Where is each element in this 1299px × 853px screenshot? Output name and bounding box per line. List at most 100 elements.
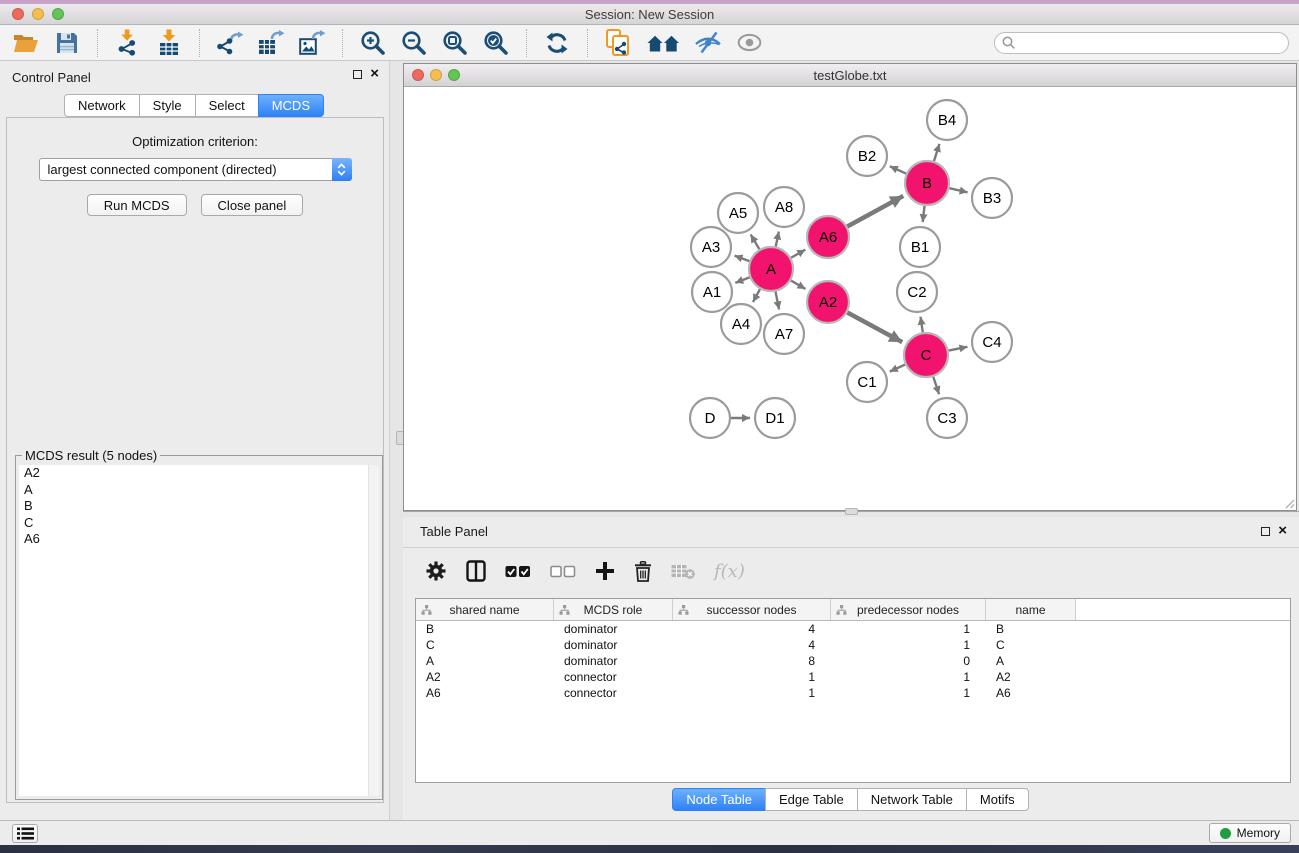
result-item[interactable]: C: [19, 515, 379, 532]
cell: connector: [554, 686, 673, 700]
edge-B-B4[interactable]: [934, 144, 939, 161]
tab-network-table[interactable]: Network Table: [857, 788, 967, 811]
graph-node-label: C2: [907, 284, 926, 301]
tab-edge-table[interactable]: Edge Table: [765, 788, 858, 811]
export-network-icon[interactable]: [214, 28, 246, 58]
graph-node-label: B3: [983, 190, 1001, 207]
network-graph[interactable]: AA6A2BCA5A8A3A1A4A7B2B4B3B1C2C4C1C3DD1: [404, 87, 1296, 510]
table-panel: Table Panel ×: [403, 517, 1299, 820]
table-row[interactable]: Cdominator41C: [416, 637, 1290, 653]
columns-icon[interactable]: [466, 560, 486, 582]
refresh-icon[interactable]: [541, 28, 573, 58]
cell: dominator: [554, 638, 673, 652]
network-window-title: testGlobe.txt: [404, 68, 1296, 83]
column-header-MCDS-role[interactable]: MCDS role: [554, 599, 673, 620]
search-input[interactable]: [994, 32, 1289, 54]
column-header-name[interactable]: name: [986, 599, 1076, 620]
graph-node-label: C3: [937, 410, 956, 427]
result-item[interactable]: B: [19, 498, 379, 515]
tab-motifs[interactable]: Motifs: [966, 788, 1029, 811]
resize-grip-icon[interactable]: [1284, 498, 1295, 509]
edge-A6-B[interactable]: [847, 196, 903, 227]
new-network-from-selection-icon[interactable]: [602, 28, 634, 58]
graph-node-label: B: [922, 175, 932, 192]
add-icon[interactable]: [595, 561, 615, 581]
mcds-result-box: MCDS result (5 nodes) A2ABCA6: [15, 455, 383, 800]
zoom-selected-icon[interactable]: [480, 28, 512, 58]
edge-A2-C[interactable]: [847, 312, 902, 342]
edge-A-A5[interactable]: [751, 235, 760, 250]
control-panel-tabs: NetworkStyleSelectMCDS: [0, 94, 389, 117]
edge-A-A4[interactable]: [753, 289, 760, 302]
graph-node-label: A2: [819, 294, 837, 311]
delete-icon[interactable]: [634, 561, 652, 582]
edge-B-B1[interactable]: [923, 206, 925, 222]
graph-node-label: C1: [857, 374, 876, 391]
tab-mcds[interactable]: MCDS: [258, 94, 324, 117]
network-canvas[interactable]: AA6A2BCA5A8A3A1A4A7B2B4B3B1C2C4C1C3DD1: [404, 87, 1296, 510]
edge-A-A7[interactable]: [776, 292, 780, 310]
table-row[interactable]: Bdominator41B: [416, 621, 1290, 637]
save-session-icon[interactable]: [51, 28, 83, 58]
hide-graphics-details-icon[interactable]: [692, 28, 724, 58]
tab-select[interactable]: Select: [195, 94, 259, 117]
column-header-successor-nodes[interactable]: successor nodes: [673, 599, 831, 620]
node-table: shared nameMCDS rolesuccessor nodesprede…: [415, 598, 1291, 783]
graph-node-label: B1: [911, 239, 929, 256]
tab-node-table[interactable]: Node Table: [672, 788, 766, 811]
close-icon[interactable]: ×: [370, 68, 379, 80]
edge-A-A3[interactable]: [734, 256, 749, 261]
task-history-button[interactable]: [12, 824, 38, 843]
table-row[interactable]: Adominator80A: [416, 653, 1290, 669]
close-icon[interactable]: ×: [1278, 525, 1287, 537]
mcds-result-list[interactable]: A2ABCA6: [19, 465, 379, 796]
export-image-icon[interactable]: [296, 28, 328, 58]
import-table-icon[interactable]: [153, 28, 185, 58]
tab-network[interactable]: Network: [64, 94, 140, 117]
show-graphics-details-icon: [733, 28, 765, 58]
edge-A-A2[interactable]: [791, 281, 806, 289]
result-item[interactable]: A6: [19, 531, 379, 548]
split-pane-grip-horizontal[interactable]: [845, 508, 858, 515]
zoom-in-icon[interactable]: [357, 28, 389, 58]
column-header-shared-name[interactable]: shared name: [416, 599, 554, 620]
scrollbar-track[interactable]: [368, 465, 379, 796]
edge-B-B2[interactable]: [890, 166, 906, 173]
run-mcds-button[interactable]: Run MCDS: [87, 194, 187, 216]
network-window-titlebar[interactable]: testGlobe.txt: [404, 64, 1296, 87]
result-item[interactable]: A2: [19, 465, 379, 482]
memory-button[interactable]: Memory: [1209, 823, 1291, 843]
open-session-icon[interactable]: [10, 28, 42, 58]
zoom-out-icon[interactable]: [398, 28, 430, 58]
select-all-icon[interactable]: [505, 565, 531, 578]
tab-style[interactable]: Style: [139, 94, 196, 117]
gear-icon[interactable]: [425, 560, 447, 582]
float-icon[interactable]: [1261, 527, 1270, 536]
cell: A: [416, 654, 554, 668]
edge-A-A1[interactable]: [735, 277, 749, 283]
edge-A-A8[interactable]: [776, 231, 779, 246]
edge-C-C2[interactable]: [921, 317, 923, 332]
edge-C-C1[interactable]: [890, 365, 905, 372]
close-panel-button[interactable]: Close panel: [201, 194, 304, 216]
float-icon[interactable]: [353, 70, 362, 79]
main-toolbar: [0, 25, 1299, 61]
zoom-fit-icon[interactable]: [439, 28, 471, 58]
cell: dominator: [554, 654, 673, 668]
criterion-dropdown[interactable]: largest connected component (directed): [39, 158, 352, 181]
edge-C-C3[interactable]: [933, 377, 939, 394]
table-row[interactable]: A2connector11A2: [416, 669, 1290, 685]
column-header-predecessor-nodes[interactable]: predecessor nodes: [831, 599, 986, 620]
cell: B: [416, 622, 554, 636]
deselect-all-icon[interactable]: [550, 565, 576, 578]
export-table-icon[interactable]: [255, 28, 287, 58]
import-network-icon[interactable]: [112, 28, 144, 58]
edge-A-A6[interactable]: [791, 250, 805, 258]
double-home-icon[interactable]: [643, 28, 683, 58]
table-row[interactable]: A6connector11A6: [416, 685, 1290, 701]
edge-C-C4[interactable]: [949, 347, 968, 351]
toolbar-separator: [199, 29, 200, 57]
cell: A6: [416, 686, 554, 700]
edge-B-B3[interactable]: [949, 188, 967, 192]
result-item[interactable]: A: [19, 482, 379, 499]
